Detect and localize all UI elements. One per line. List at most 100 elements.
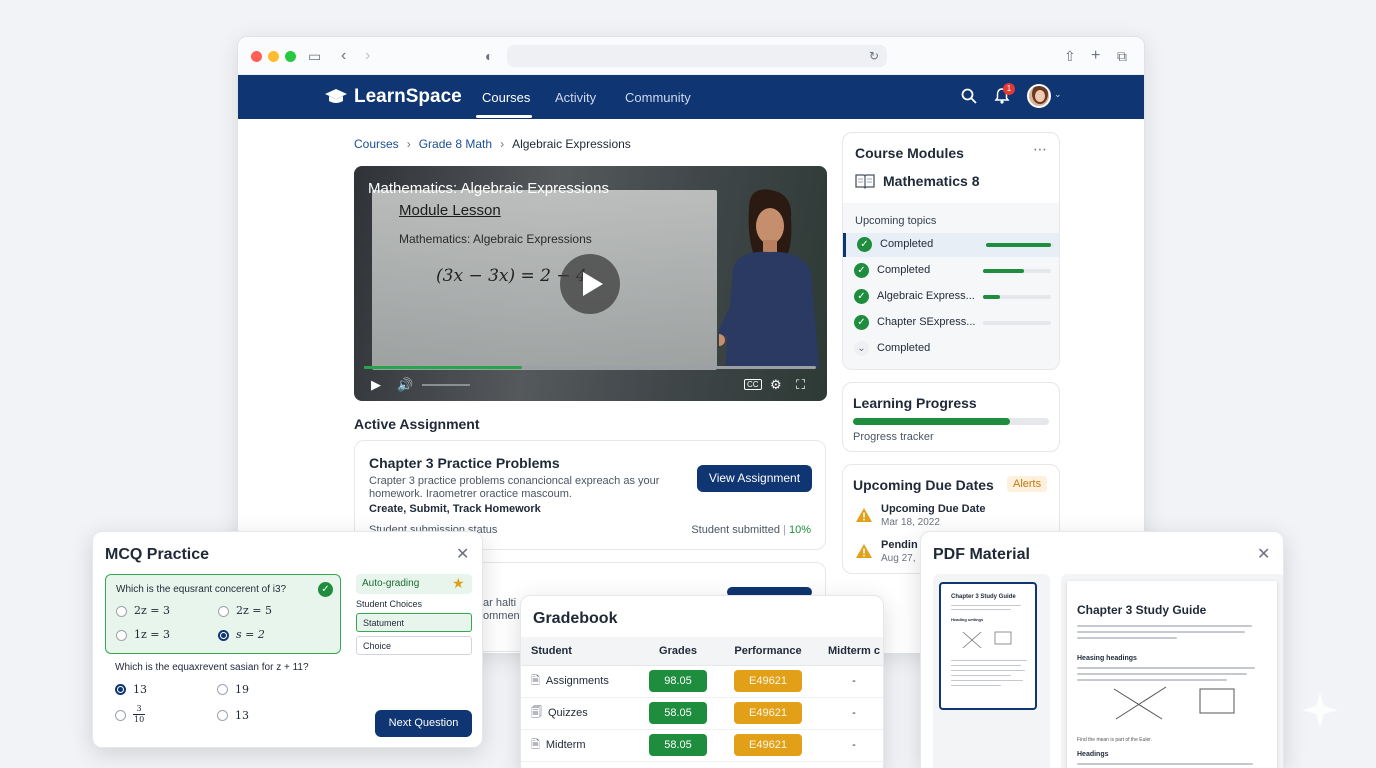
pdf-page-thumbnail[interactable]: Chapter 3 Study Guide Heading settings <box>939 582 1037 710</box>
performance-pill: E49621 <box>734 670 802 692</box>
star-icon: ★ <box>452 575 465 591</box>
midterm-cell: - <box>815 665 883 698</box>
table-row[interactable]: 🗎 Midterm 58.05 E49621 - <box>521 729 883 762</box>
captions-button[interactable]: CC <box>744 379 762 390</box>
autograding-badge: Auto-grading ★ <box>356 574 472 594</box>
learning-progress-bar <box>853 418 1049 425</box>
browser-chrome: ▭ ‹ › ◐ ↻ ⇧ + ⧉ <box>238 37 1144 75</box>
q1-option-label: 2z = 5 <box>236 604 273 617</box>
course-modules-card: Course Modules ⋯ Mathematics 8 Upcoming … <box>842 132 1060 370</box>
breadcrumb-courses[interactable]: Courses <box>354 137 399 151</box>
more-options-icon[interactable]: ⋯ <box>1033 141 1047 158</box>
student-name: Assignments <box>545 674 609 687</box>
address-bar[interactable]: ↻ <box>507 45 887 67</box>
video-progress-track[interactable] <box>364 366 816 369</box>
choice-option-selected[interactable]: Statument <box>356 613 472 632</box>
view-assignment-button[interactable]: View Assignment <box>697 465 812 492</box>
video-player[interactable]: Mathematics: Algebraic Expressions Modul… <box>354 166 827 401</box>
play-icon[interactable]: ▶ <box>371 377 381 393</box>
back-icon[interactable]: ‹ <box>341 47 346 65</box>
settings-gear-icon[interactable]: ⚙ <box>770 377 782 393</box>
gradebook-table: Student Grades Performance Midterm c 🗎 As… <box>521 637 883 762</box>
tabs-overview-icon[interactable]: ⧉ <box>1117 47 1127 65</box>
check-circle-icon: ✓ <box>854 315 869 330</box>
minimize-window-button[interactable] <box>268 51 279 62</box>
q1-option-radio[interactable] <box>116 630 127 641</box>
nav-activity[interactable]: Activity <box>555 90 596 105</box>
search-icon[interactable] <box>961 88 977 104</box>
table-row[interactable]: 🗎 Assignments 98.05 E49621 - <box>521 665 883 698</box>
volume-icon[interactable]: 🔊 <box>397 377 413 393</box>
due-item-title[interactable]: Pendin <box>881 539 918 551</box>
app-logo[interactable]: LearnSpace <box>324 86 462 108</box>
due-item-title[interactable]: Upcoming Due Date <box>881 503 986 515</box>
avatar[interactable] <box>1027 84 1051 108</box>
module-item[interactable]: ⌄ Completed <box>843 337 1059 361</box>
document-icon: 🗎 <box>531 738 540 751</box>
mcq-title: MCQ Practice <box>105 546 210 563</box>
fullscreen-icon[interactable]: ⛶ <box>796 377 805 393</box>
quiz-icon: 🗐 <box>531 706 542 719</box>
share-icon[interactable]: ⇧ <box>1064 47 1076 65</box>
shield-icon[interactable]: ◐ <box>485 47 493 65</box>
maximize-window-button[interactable] <box>285 51 296 62</box>
q2-option-radio[interactable] <box>217 684 228 695</box>
check-circle-icon: ✓ <box>318 582 333 597</box>
q2-option-radio-selected[interactable] <box>115 684 126 695</box>
grade-pill: 58.05 <box>649 702 707 724</box>
close-icon[interactable]: ✕ <box>1257 544 1270 564</box>
module-item-label: Completed <box>877 342 931 354</box>
col-midterm[interactable]: Midterm c <box>815 637 883 666</box>
module-item[interactable]: ✓ Completed <box>843 259 1059 283</box>
col-student[interactable]: Student <box>521 637 635 666</box>
volume-slider[interactable] <box>422 384 470 386</box>
q1-option-label: s = 2 <box>236 628 265 641</box>
performance-pill: E49621 <box>734 702 802 724</box>
course-modules-title: Course Modules <box>855 145 964 161</box>
thumb-diagram <box>962 631 1012 649</box>
doc-heading: Heasing headings <box>1077 655 1137 662</box>
grade-pill: 98.05 <box>649 670 707 692</box>
q1-option-radio[interactable] <box>116 606 127 617</box>
chevron-down-icon[interactable]: ⌄ <box>1054 89 1062 100</box>
table-row[interactable]: 🗐 Quizzes 58.05 E49621 - <box>521 697 883 730</box>
q2-option-radio[interactable] <box>115 710 126 721</box>
nav-community[interactable]: Community <box>625 90 691 105</box>
play-button[interactable] <box>560 254 620 314</box>
app-navbar: LearnSpace Courses Activity Community 1 … <box>238 75 1144 119</box>
col-grades[interactable]: Grades <box>635 637 721 666</box>
forward-icon[interactable]: › <box>365 47 370 65</box>
new-tab-icon[interactable]: + <box>1091 47 1100 65</box>
next-question-button[interactable]: Next Question <box>375 710 472 737</box>
student-name: Quizzes <box>548 706 588 719</box>
module-item[interactable]: ✓ Chapter SExpress... <box>843 311 1059 335</box>
learning-progress-title: Learning Progress <box>853 395 977 411</box>
choice-option[interactable]: Choice <box>356 636 472 655</box>
close-window-button[interactable] <box>251 51 262 62</box>
pdf-page[interactable]: Chapter 3 Study Guide Heasing headings F… <box>1067 581 1277 768</box>
alerts-badge[interactable]: Alerts <box>1007 476 1048 492</box>
reload-icon[interactable]: ↻ <box>869 47 879 65</box>
second-card-text-2: ommen <box>483 610 520 622</box>
q2-option-label: 19 <box>235 683 249 696</box>
module-item[interactable]: ✓ Completed <box>843 233 1059 257</box>
q2-option-radio[interactable] <box>217 710 228 721</box>
midterm-cell: - <box>815 729 883 762</box>
course-name-label: Mathematics 8 <box>883 173 980 189</box>
breadcrumb-grade[interactable]: Grade 8 Math <box>419 137 492 151</box>
module-item[interactable]: ✓ Algebraic Express... <box>843 285 1059 309</box>
sidebar-toggle-icon[interactable]: ▭ <box>308 47 321 65</box>
module-item-label: Algebraic Express... <box>877 290 975 302</box>
warning-icon <box>856 544 872 558</box>
gradebook-title: Gradebook <box>533 610 618 627</box>
sparkle-icon <box>1302 692 1338 728</box>
q1-option-radio[interactable] <box>218 606 229 617</box>
teacher-figure <box>719 189 819 368</box>
module-progress-bar <box>983 321 1051 325</box>
col-performance[interactable]: Performance <box>721 637 815 666</box>
nav-courses[interactable]: Courses <box>482 90 530 105</box>
q1-option-radio-selected[interactable] <box>218 630 229 641</box>
doc-diagram <box>1113 686 1235 720</box>
close-icon[interactable]: ✕ <box>456 544 469 564</box>
pdf-title: PDF Material <box>933 546 1030 563</box>
